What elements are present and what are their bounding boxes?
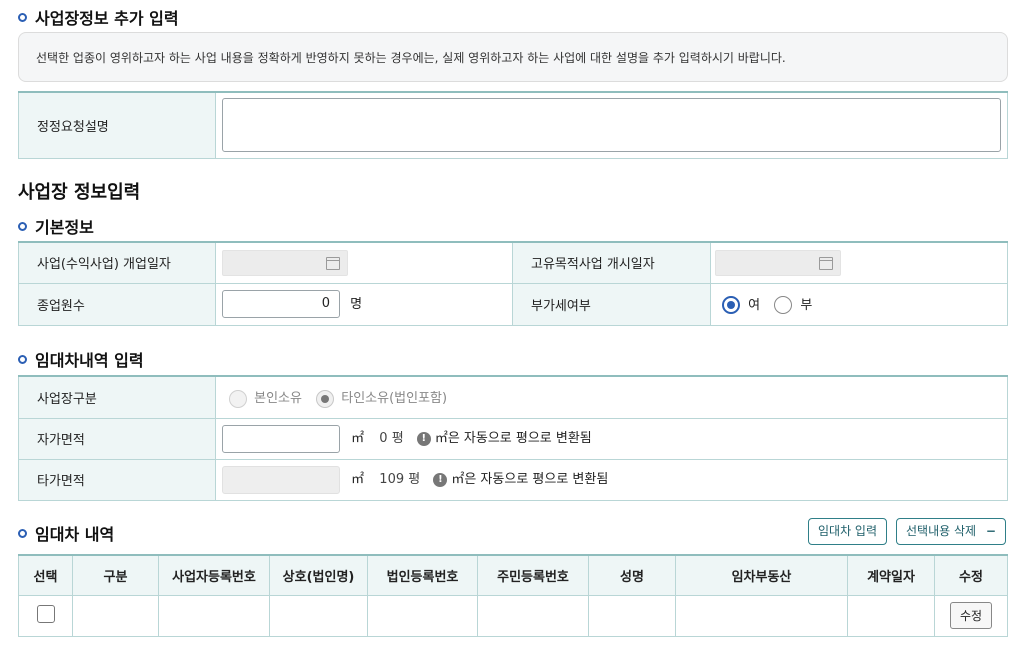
bullet-icon	[18, 12, 27, 22]
section-title-lease-list: 임대차 내역	[18, 521, 114, 545]
row-name	[588, 594, 676, 637]
row-select-cell	[18, 594, 73, 637]
employees-input[interactable]: 0	[222, 290, 340, 318]
site-type-label: 사업장구분	[18, 375, 216, 419]
col-select: 선택	[18, 554, 73, 596]
unique-date-label: 고유목적사업 개시일자	[512, 241, 711, 284]
section-title-text: 임대차 내역	[35, 525, 115, 544]
bullet-icon	[18, 354, 27, 364]
site-own-radio[interactable]	[229, 389, 247, 408]
vat-no-label: 부	[800, 297, 813, 313]
col-biz-no: 사업자등록번호	[158, 554, 270, 596]
row-company	[269, 594, 368, 637]
calendar-icon[interactable]	[326, 256, 340, 270]
basic-info-table: 사업(수익사업) 개업일자 고유목적사업 개시일자 종업원수 0 명 부가세여부…	[18, 241, 1008, 326]
lease-input-table: 사업장구분 본인소유 타인소유(법인포함) 자가면적 ㎡ 0 평 ! ㎡은 자동으…	[18, 375, 1008, 501]
vat-no-radio[interactable]	[774, 296, 793, 315]
open-date-field[interactable]	[222, 249, 348, 276]
row-contract-date	[847, 594, 935, 637]
add-lease-label: 임대차 입력	[818, 524, 878, 538]
row-resident-no	[477, 594, 589, 637]
calendar-icon[interactable]	[819, 256, 833, 270]
page-title: 사업장 정보입력	[18, 182, 141, 203]
col-name: 성명	[588, 554, 676, 596]
lease-list-table: 선택 구분 사업자등록번호 상호(법인명) 법인등록번호 주민등록번호 성명 임…	[18, 554, 1008, 637]
info-icon: !	[416, 431, 431, 446]
other-area-pyeong: 109 평	[379, 472, 421, 487]
site-own-label: 본인소유	[254, 391, 302, 406]
correction-label: 정정요청설명	[18, 91, 216, 159]
bullet-icon	[18, 528, 27, 538]
delete-selected-button[interactable]: 선택내용 삭제 −	[896, 518, 1006, 545]
row-checkbox[interactable]	[36, 604, 55, 623]
correction-table: 정정요청설명	[18, 91, 1008, 159]
own-area-label: 자가면적	[18, 417, 216, 460]
own-area-input[interactable]	[222, 424, 340, 453]
col-edit: 수정	[934, 554, 1008, 596]
row-corp-no	[367, 594, 478, 637]
employees-label: 종업원수	[18, 282, 216, 326]
vat-label: 부가세여부	[512, 282, 711, 326]
col-property: 임차부동산	[675, 554, 848, 596]
site-other-radio[interactable]	[316, 389, 335, 408]
col-resident-no: 주민등록번호	[477, 554, 589, 596]
own-area-unit: ㎡	[351, 431, 365, 446]
section-title-text: 기본정보	[35, 218, 94, 237]
row-property	[675, 594, 848, 637]
row-edit-cell: 수정	[934, 594, 1008, 637]
open-date-label: 사업(수익사업) 개업일자	[18, 241, 216, 284]
delete-selected-label: 선택내용 삭제	[906, 524, 977, 538]
add-lease-button[interactable]: 임대차 입력	[808, 518, 888, 545]
bullet-icon	[18, 221, 27, 231]
own-area-note: ! ㎡은 자동으로 평으로 변환됨	[416, 431, 592, 446]
auto-convert-note: ㎡은 자동으로 평으로 변환됨	[434, 431, 592, 446]
table-row: 수정	[18, 594, 1008, 637]
section-title-text: 사업장정보 추가 입력	[35, 9, 179, 28]
section-title-basic: 기본정보	[18, 214, 94, 238]
other-area-note: ! ㎡은 자동으로 평으로 변환됨	[433, 472, 608, 487]
section-title-additional-info: 사업장정보 추가 입력	[18, 5, 179, 29]
section-title-lease-input: 임대차내역 입력	[18, 347, 144, 371]
col-type: 구분	[72, 554, 159, 596]
col-contract-date: 계약일자	[847, 554, 935, 596]
section-title-text: 임대차내역 입력	[35, 351, 144, 370]
col-company: 상호(법인명)	[269, 554, 368, 596]
row-biz-no	[158, 594, 270, 637]
other-area-label: 타가면적	[18, 458, 216, 501]
vat-yes-label: 여	[748, 297, 761, 313]
other-area-unit: ㎡	[351, 472, 365, 487]
minus-icon: −	[985, 524, 996, 538]
correction-textarea[interactable]	[222, 98, 1001, 153]
unique-date-field[interactable]	[715, 249, 841, 276]
employees-unit: 명	[350, 296, 363, 312]
site-other-label: 타인소유(법인포함)	[341, 391, 448, 406]
other-area-input[interactable]	[222, 465, 340, 494]
edit-button[interactable]: 수정	[949, 602, 993, 629]
info-icon: !	[433, 472, 448, 487]
own-area-pyeong: 0 평	[379, 431, 404, 446]
col-corp-no: 법인등록번호	[367, 554, 478, 596]
auto-convert-note: ㎡은 자동으로 평으로 변환됨	[451, 472, 609, 487]
vat-yes-radio[interactable]	[722, 296, 740, 315]
row-type	[72, 594, 159, 637]
notice-box: 선택한 업종이 영위하고자 하는 사업 내용을 정확하게 반영하지 못하는 경우…	[18, 32, 1008, 82]
